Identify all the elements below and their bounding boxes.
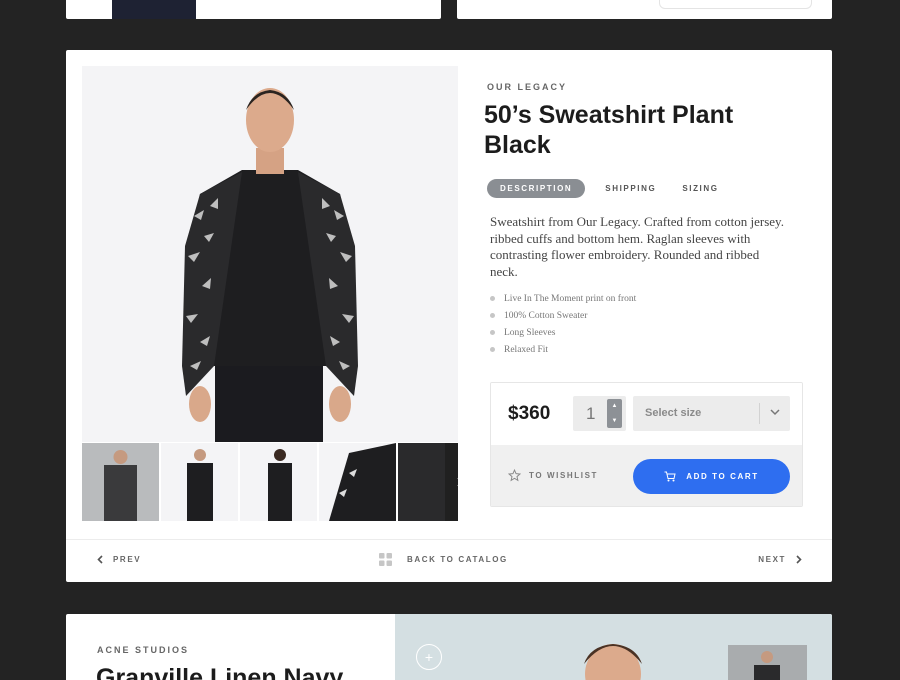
next-button[interactable]: NEXT — [758, 555, 802, 564]
previous-product-card — [66, 0, 441, 19]
thumbnail-4[interactable] — [319, 443, 396, 521]
quantity-stepper[interactable]: 1 ▲ ▼ — [573, 396, 626, 431]
thumbnail-3[interactable] — [240, 443, 317, 521]
product-main-photo — [82, 66, 458, 442]
thumbnail-2[interactable] — [161, 443, 238, 521]
chevron-right-icon — [457, 478, 458, 486]
thumbnail-5[interactable] — [398, 443, 458, 521]
cart-icon — [664, 471, 676, 482]
chevron-left-icon — [97, 555, 103, 564]
model-illustration — [182, 88, 358, 442]
product-pagination: PREV BACK TO CATALOG NEXT — [66, 539, 832, 582]
thumbnail-strip — [82, 443, 458, 521]
next-product-photo: + — [395, 614, 832, 680]
tab-description[interactable]: DESCRIPTION — [487, 179, 586, 198]
quantity-increase-icon[interactable]: ▲ — [612, 403, 618, 409]
tab-sizing[interactable]: SIZING — [682, 184, 718, 193]
quantity-arrows: ▲ ▼ — [607, 399, 622, 428]
product-description: Sweatshirt from Our Legacy. Crafted from… — [490, 214, 784, 279]
size-select-label: Select size — [645, 407, 702, 419]
product-title: 50’s Sweatshirt Plant Black — [484, 101, 734, 159]
size-select[interactable]: Select size — [633, 396, 790, 431]
thumbnail-1[interactable] — [82, 443, 159, 521]
product-brand: OUR LEGACY — [487, 82, 568, 92]
star-icon — [508, 469, 521, 482]
chevron-down-icon — [770, 409, 780, 416]
feature-item: Relaxed Fit — [490, 341, 636, 358]
prev-label: PREV — [113, 555, 142, 564]
next-product-thumbnail[interactable] — [728, 645, 807, 680]
previous-product-card-info — [457, 0, 832, 19]
thumbnail-next-button[interactable] — [445, 443, 458, 521]
feature-list: Live In The Moment print on front 100% C… — [490, 290, 636, 358]
prev-button[interactable]: PREV — [97, 555, 141, 564]
wishlist-label: TO WISHLIST — [529, 471, 599, 480]
product-card: OUR LEGACY 50’s Sweatshirt Plant Black D… — [66, 50, 832, 582]
wishlist-button[interactable]: TO WISHLIST — [508, 469, 598, 482]
model-head-illustration — [584, 644, 642, 680]
feature-item: Long Sleeves — [490, 324, 636, 341]
previous-product-control — [659, 0, 812, 9]
product-tabs: DESCRIPTION SHIPPING SIZING — [487, 179, 745, 198]
back-to-catalog-button[interactable]: BACK TO CATALOG — [379, 553, 508, 566]
purchase-box: $360 1 ▲ ▼ Select size TO WISHLIST ADD T… — [490, 382, 803, 507]
back-to-catalog-label: BACK TO CATALOG — [407, 555, 508, 564]
add-to-cart-label: ADD TO CART — [686, 472, 759, 481]
grid-icon — [379, 553, 392, 566]
chevron-right-icon — [796, 555, 802, 564]
next-product-brand: ACNE STUDIOS — [97, 645, 190, 655]
feature-item: Live In The Moment print on front — [490, 290, 636, 307]
quantity-decrease-icon[interactable]: ▼ — [612, 418, 618, 424]
next-product-title: Granville Linen Navy — [96, 664, 344, 680]
add-to-cart-button[interactable]: ADD TO CART — [633, 459, 790, 494]
previous-product-photo — [112, 0, 196, 19]
product-price: $360 — [508, 403, 551, 424]
tab-shipping[interactable]: SHIPPING — [605, 184, 656, 193]
feature-item: 100% Cotton Sweater — [490, 307, 636, 324]
next-label: NEXT — [758, 555, 786, 564]
plus-icon[interactable]: + — [416, 644, 442, 670]
quantity-value: 1 — [586, 404, 596, 423]
next-product-card: ACNE STUDIOS Granville Linen Navy + — [66, 614, 832, 680]
